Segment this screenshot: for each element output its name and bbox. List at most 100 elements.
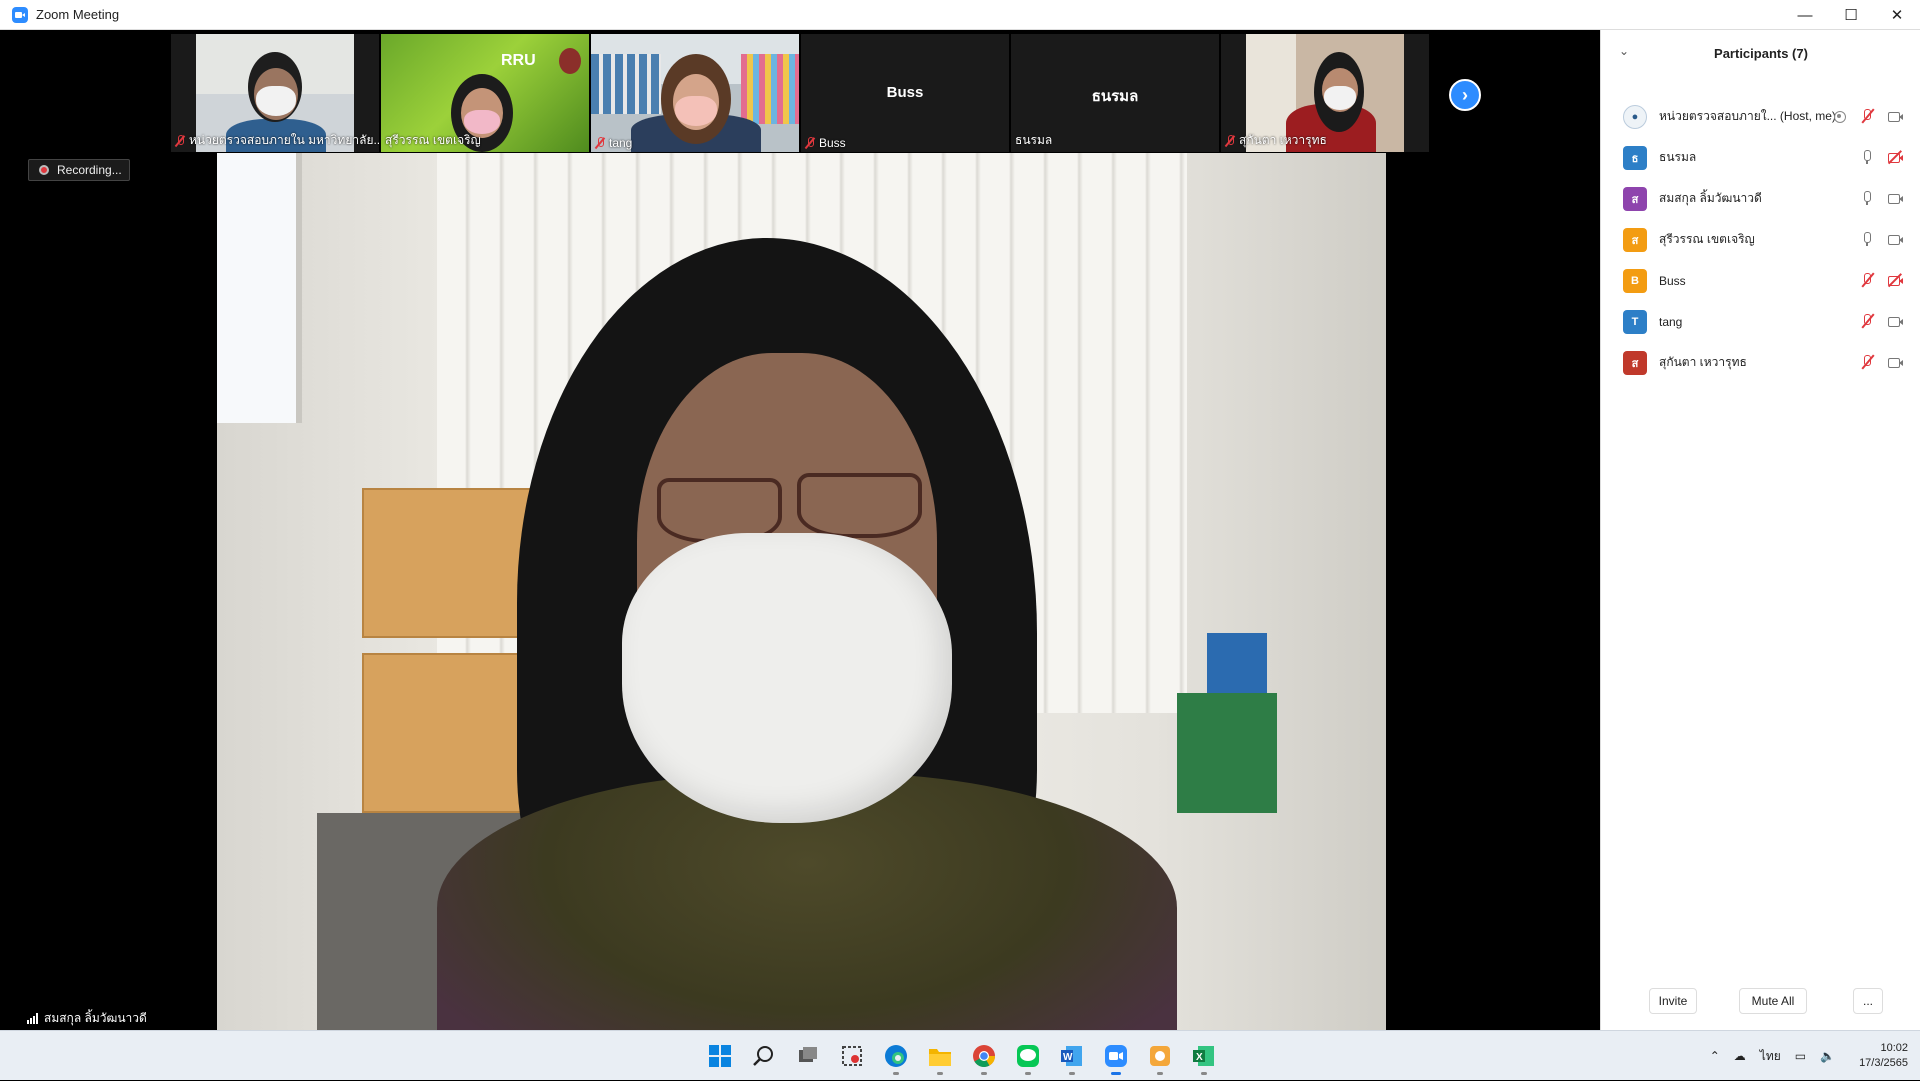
mic-icon[interactable] [1859, 149, 1875, 165]
participant-row-name: สุกันตา เหวารุทธ [1659, 355, 1747, 369]
speaker-video [217, 153, 1386, 1030]
participant-row[interactable]: ● หน่วยตรวจสอบภายใ... (Host, me) [1601, 96, 1920, 137]
participant-name: หน่วยตรวจสอบภายใน มหาวิทยาลัย... [175, 131, 379, 150]
camera-icon[interactable] [1887, 190, 1903, 206]
collapse-panel-icon[interactable]: ⌄ [1619, 44, 1629, 58]
onedrive-icon[interactable]: ☁ [1734, 1049, 1746, 1063]
chrome-icon[interactable] [964, 1036, 1004, 1076]
maximize-button[interactable]: ☐ [1828, 0, 1874, 30]
chevron-up-icon[interactable]: ⌃ [1710, 1049, 1720, 1063]
participant-row[interactable]: ส สุรีวรรณ เขตเจริญ [1601, 219, 1920, 260]
participant-row-name: สุรีวรรณ เขตเจริญ [1659, 232, 1755, 246]
mic-muted-icon [595, 137, 605, 149]
network-icon[interactable]: ▭ [1795, 1049, 1806, 1063]
search-icon[interactable] [744, 1036, 784, 1076]
participant-tile[interactable]: tang [591, 34, 799, 152]
taskbar: W X ⌃ ☁ ไทย ▭ 🔈 10:02 17/3/2565 [0, 1030, 1920, 1080]
participant-avatar: B [1623, 268, 1647, 293]
clock-date: 17/3/2565 [1859, 1057, 1908, 1069]
participant-avatar: ส [1623, 186, 1647, 211]
participant-tile[interactable]: ธนรมล ธนรมล [1011, 34, 1219, 152]
mic-icon[interactable] [1859, 190, 1875, 206]
camera-icon[interactable] [1887, 354, 1903, 370]
svg-text:X: X [1196, 1052, 1203, 1063]
participants-list: ● หน่วยตรวจสอบภายใ... (Host, me) ธ ธนรมล… [1601, 96, 1920, 383]
signal-strength-icon [27, 1013, 38, 1024]
record-icon [39, 165, 49, 175]
windows-start-icon[interactable] [700, 1036, 740, 1076]
gallery-strip: หน่วยตรวจสอบภายใน มหาวิทยาลัย... RRU สุร… [4, 32, 1600, 152]
participant-avatar: ธ [1623, 145, 1647, 170]
camera-off-icon[interactable] [1887, 272, 1903, 288]
close-button[interactable]: ✕ [1874, 0, 1920, 30]
participant-avatar: T [1623, 309, 1647, 334]
recording-indicator[interactable]: Recording... [28, 159, 130, 181]
participant-row[interactable]: B Buss [1601, 260, 1920, 301]
camera-icon[interactable] [1887, 231, 1903, 247]
participant-tile[interactable]: สุกันตา เหวารุทธ [1221, 34, 1429, 152]
file-explorer-icon[interactable] [920, 1036, 960, 1076]
participant-row[interactable]: ส สมสกุล ลิ้มวัฒนาวดี [1601, 178, 1920, 219]
line-icon[interactable] [1008, 1036, 1048, 1076]
mic-muted-icon[interactable] [1859, 272, 1875, 288]
mute-all-button[interactable]: Mute All [1739, 988, 1807, 1014]
participant-tile[interactable]: หน่วยตรวจสอบภายใน มหาวิทยาลัย... [171, 34, 379, 152]
participant-tile[interactable]: Buss Buss [801, 34, 1009, 152]
camera-icon[interactable] [1887, 108, 1903, 124]
mic-muted-icon [1225, 134, 1235, 147]
participant-name: สุกันตา เหวารุทธ [1225, 131, 1327, 150]
mic-muted-icon[interactable] [1859, 313, 1875, 329]
participant-center-name: Buss [886, 84, 924, 101]
active-speaker-name: สมสกุล ลิ้มวัฒนาวดี [27, 1009, 147, 1028]
window-title: Zoom Meeting [36, 7, 120, 22]
participant-center-name: ธนรมล [1091, 88, 1139, 105]
chevron-right-icon: › [1462, 84, 1468, 105]
system-tray: ⌃ ☁ ไทย ▭ 🔈 10:02 17/3/2565 [1710, 1031, 1908, 1081]
edge-icon[interactable] [876, 1036, 916, 1076]
snipping-tool-icon[interactable] [832, 1036, 872, 1076]
meeting-area: หน่วยตรวจสอบภายใน มหาวิทยาลัย... RRU สุร… [4, 30, 1600, 1030]
participant-name: สุรีวรรณ เขตเจริญ [385, 133, 481, 147]
camera-off-icon[interactable] [1887, 149, 1903, 165]
paint-icon[interactable] [1140, 1036, 1180, 1076]
clock-time: 10:02 [1880, 1042, 1908, 1054]
participant-row[interactable]: ส สุกันตา เหวารุทธ [1601, 342, 1920, 383]
mic-icon[interactable] [1859, 231, 1875, 247]
virtual-background-banner: RRU [501, 52, 536, 69]
mic-muted-icon[interactable] [1859, 108, 1875, 124]
language-indicator[interactable]: ไทย [1760, 1047, 1781, 1066]
mic-muted-icon[interactable] [1859, 354, 1875, 370]
participant-row[interactable]: T tang [1601, 301, 1920, 342]
participant-video [591, 34, 799, 152]
participant-row-name: สมสกุล ลิ้มวัฒนาวดี [1659, 191, 1762, 205]
participant-avatar: ส [1623, 227, 1647, 252]
word-icon[interactable]: W [1052, 1036, 1092, 1076]
camera-icon[interactable] [1887, 313, 1903, 329]
participants-title: Participants (7) [1714, 45, 1808, 61]
participant-avatar: ส [1623, 350, 1647, 375]
participant-row-name: ธนรมล [1659, 150, 1697, 164]
minimize-button[interactable]: — [1782, 0, 1828, 30]
clock[interactable]: 10:02 17/3/2565 [1859, 1041, 1908, 1071]
participants-panel: ⌄ Participants (7) ● หน่วยตรวจสอบภายใ...… [1600, 30, 1920, 1030]
face-mask [622, 533, 952, 823]
participant-name: Buss [805, 136, 846, 150]
svg-text:W: W [1063, 1052, 1073, 1063]
more-options-button[interactable]: ... [1853, 988, 1883, 1014]
volume-icon[interactable]: 🔈 [1820, 1049, 1835, 1063]
title-bar: Zoom Meeting — ☐ ✕ [0, 0, 1920, 30]
task-view-icon[interactable] [788, 1036, 828, 1076]
taskbar-apps: W X [700, 1036, 1224, 1076]
zoom-icon[interactable] [1096, 1036, 1136, 1076]
participant-name: ธนรมล [1015, 133, 1053, 147]
participant-row[interactable]: ธ ธนรมล [1601, 137, 1920, 178]
active-speaker-view[interactable]: Recording... สมสกุล ลิ้มวัฒนาวดี [21, 153, 1581, 1030]
mic-muted-icon [175, 134, 185, 147]
mic-muted-icon [805, 137, 815, 149]
participants-footer: Invite Mute All ... [1601, 988, 1920, 1018]
excel-icon[interactable]: X [1184, 1036, 1224, 1076]
invite-button[interactable]: Invite [1649, 988, 1697, 1014]
participant-tile[interactable]: RRU สุรีวรรณ เขตเจริญ [381, 34, 589, 152]
next-page-button[interactable]: › [1449, 79, 1481, 111]
participant-row-name: tang [1659, 314, 1683, 329]
